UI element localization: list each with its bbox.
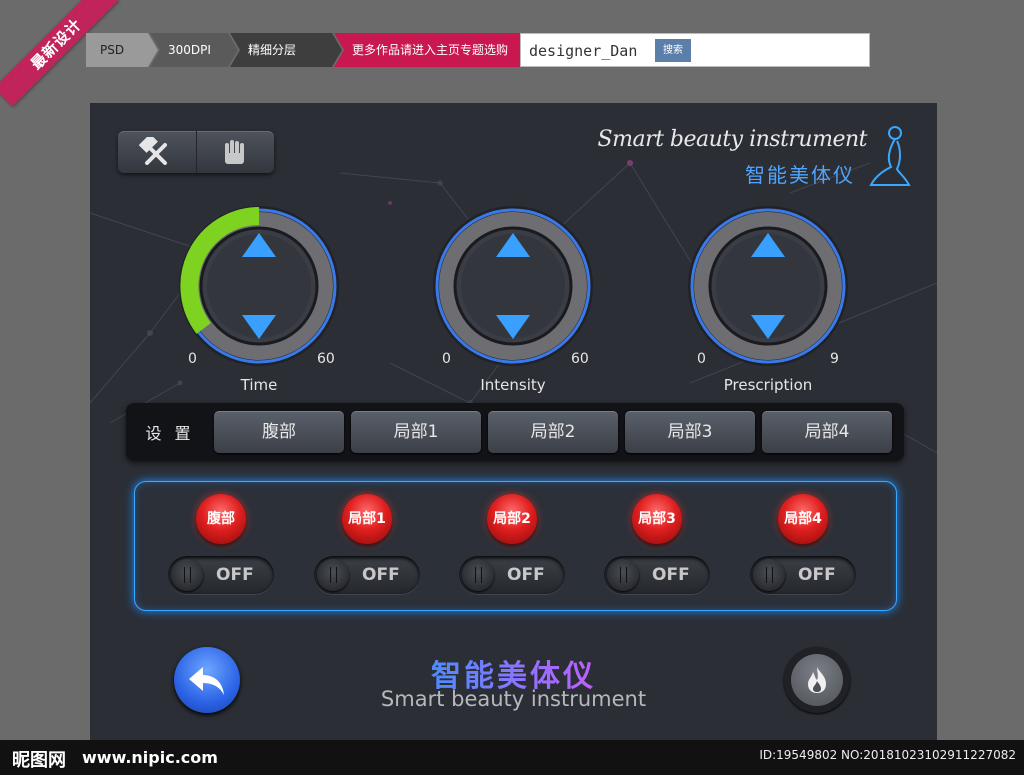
zone-toggle-local-1[interactable]: OFF: [314, 556, 420, 594]
knob-intensity[interactable]: 0 60 Intensity: [428, 201, 598, 394]
knob-time-min: 0: [188, 351, 197, 367]
brand-title-en: Smart beauty instrument: [597, 127, 868, 152]
breadcrumb: PSD 300DPI 精细分层 更多作品请进入主页专题选购: [86, 33, 568, 67]
image-id: ID:19549802 NO:20181023102911227082: [759, 748, 1016, 762]
tool-toggle-group: [118, 131, 274, 173]
zone-toggle-local-3[interactable]: OFF: [604, 556, 710, 594]
knob-intensity-max: 60: [571, 351, 589, 367]
zone-item: 局部3 OFF: [601, 494, 713, 594]
settings-label: 设 置: [145, 424, 195, 443]
toggle-state: OFF: [507, 565, 545, 585]
tab-local-1[interactable]: 局部1: [351, 411, 481, 453]
knob-intensity-dial: [433, 206, 593, 366]
crumb-psd[interactable]: PSD: [86, 33, 158, 67]
zone-toggle-local-2[interactable]: OFF: [459, 556, 565, 594]
settings-bar: 设 置 腹部 局部1 局部2 局部3 局部4: [126, 403, 904, 461]
knob-intensity-label: Intensity: [480, 376, 546, 394]
site-url: www.nipic.com: [82, 748, 218, 767]
tab-local-3[interactable]: 局部3: [625, 411, 755, 453]
tools-button[interactable]: [118, 131, 197, 173]
toggle-thumb: [753, 559, 785, 591]
knob-prescription-min: 0: [697, 351, 706, 367]
knob-intensity-min: 0: [442, 351, 451, 367]
zone-button-local-4[interactable]: 局部4: [778, 494, 828, 544]
zone-item: 腹部 OFF: [165, 494, 277, 594]
knob-time[interactable]: 0 60 Time: [174, 201, 344, 394]
toggle-thumb: [462, 559, 494, 591]
search-input[interactable]: [527, 39, 655, 63]
knob-prescription-dial: [688, 206, 848, 366]
knob-prescription-label: Prescription: [723, 376, 813, 394]
zone-button-local-3[interactable]: 局部3: [632, 494, 682, 544]
knob-time-dial: [179, 206, 339, 366]
toggle-state: OFF: [652, 565, 690, 585]
tab-local-2[interactable]: 局部2: [488, 411, 618, 453]
tab-local-4[interactable]: 局部4: [762, 411, 892, 453]
hand-button[interactable]: [197, 131, 275, 173]
brand-title-cn: 智能美体仪: [745, 163, 855, 187]
toggle-state: OFF: [798, 565, 836, 585]
zone-item: 局部1 OFF: [311, 494, 423, 594]
hand-icon: [225, 140, 245, 164]
zone-toggle-abdomen[interactable]: OFF: [168, 556, 274, 594]
tab-abdomen[interactable]: 腹部: [214, 411, 344, 453]
search-button[interactable]: 搜索: [655, 39, 691, 62]
zone-button-local-2[interactable]: 局部2: [487, 494, 537, 544]
zone-button-local-1[interactable]: 局部1: [342, 494, 392, 544]
crumb-layers[interactable]: 精细分层: [230, 33, 342, 67]
heat-button-face: [791, 654, 843, 706]
knob-time-max: 60: [317, 351, 335, 367]
zone-button-abdomen[interactable]: 腹部: [196, 494, 246, 544]
zone-item: 局部4 OFF: [747, 494, 859, 594]
zone-item: 局部2 OFF: [456, 494, 568, 594]
zone-toggle-local-4[interactable]: OFF: [750, 556, 856, 594]
zone-controls: 腹部 OFF 局部1 OFF 局部2 OFF 局部3 OFF 局部4 OFF: [134, 481, 897, 611]
hammer-wrench-icon: [138, 137, 167, 165]
toggle-state: OFF: [362, 565, 400, 585]
heat-button[interactable]: [784, 647, 850, 713]
knob-time-label: Time: [240, 376, 278, 394]
search-box: 搜索: [520, 33, 870, 67]
knob-prescription-max: 9: [830, 351, 839, 367]
toggle-thumb: [317, 559, 349, 591]
woman-silhouette-icon: [869, 126, 911, 186]
toggle-thumb: [171, 559, 203, 591]
flame-icon: [808, 667, 826, 693]
toggle-thumb: [607, 559, 639, 591]
knob-prescription[interactable]: 0 9 Prescription: [683, 201, 853, 394]
site-logo: 昵图网: [12, 750, 66, 771]
device-panel: Smart beauty instrument 智能美体仪 0 60 Time: [90, 103, 937, 740]
crumb-dpi[interactable]: 300DPI: [150, 33, 238, 67]
toggle-state: OFF: [216, 565, 254, 585]
